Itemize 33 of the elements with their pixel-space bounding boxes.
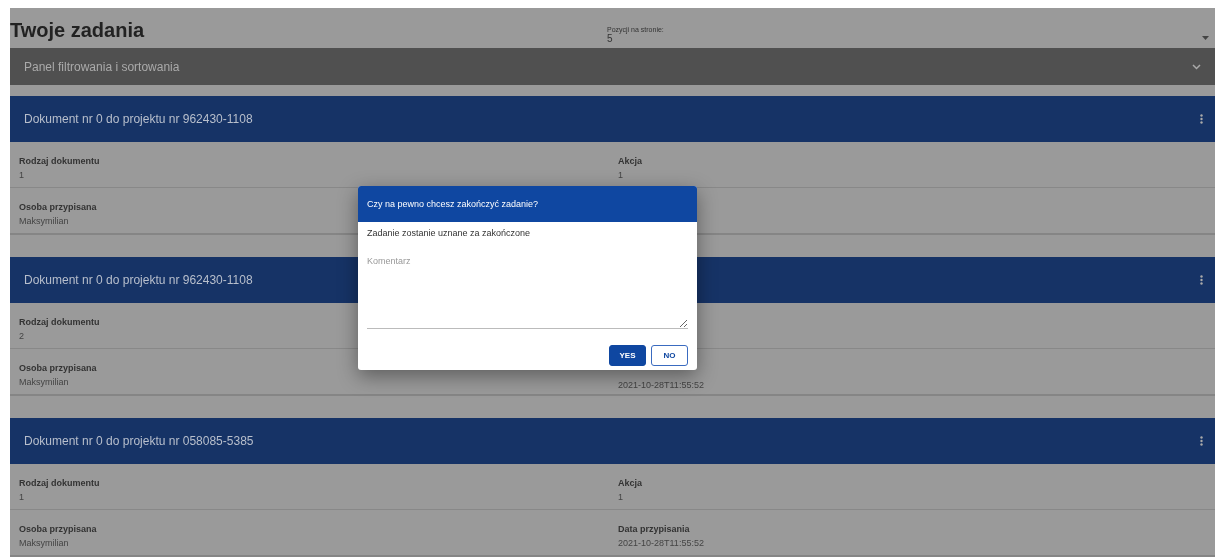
more-menu-icon[interactable]	[1200, 436, 1203, 446]
dropdown-caret-icon	[1202, 36, 1209, 41]
field-label: Rodzaj dokumentu	[19, 156, 100, 166]
field-value: 2	[19, 331, 24, 341]
task-title: Dokument nr 0 do projektu nr 962430-1108	[24, 273, 253, 287]
field-label: Osoba przypisana	[19, 363, 97, 373]
more-menu-icon[interactable]	[1200, 275, 1203, 285]
field-value: 1	[19, 492, 24, 502]
field-value: 1	[618, 170, 623, 180]
filter-panel-label: Panel filtrowania i sortowania	[24, 59, 180, 74]
field-label: Data przypisania	[618, 524, 690, 534]
confirm-button[interactable]: YES	[609, 345, 646, 366]
field-label: Akcja	[618, 478, 643, 488]
more-menu-icon[interactable]	[1200, 114, 1203, 124]
field-label: Osoba przypisana	[19, 202, 97, 212]
field-value: 2021-10-28T11:55:52	[618, 380, 704, 390]
filter-panel[interactable]: Panel filtrowania i sortowania	[10, 48, 1215, 85]
page-title: Twoje zadania	[10, 19, 146, 43]
field-label: Rodzaj dokumentu	[19, 478, 100, 488]
task-title: Dokument nr 0 do projektu nr 962430-1108	[24, 112, 253, 126]
field-label: Akcja	[618, 156, 643, 166]
field-value: Maksymilian	[19, 538, 69, 548]
field-value: 2021-10-28T11:55:52	[618, 538, 704, 548]
field-value: Maksymilian	[19, 216, 69, 226]
task-title: Dokument nr 0 do projektu nr 058085-5385	[24, 434, 254, 448]
field-value: Maksymilian	[19, 377, 69, 387]
field-label: Osoba przypisana	[19, 524, 97, 534]
dialog-title: Czy na pewno chcesz zakończyć zadanie?	[358, 186, 697, 222]
field-value: 1	[618, 492, 623, 502]
dialog-message: Zadanie zostanie uznane za zakończone	[367, 228, 532, 238]
field-label: Rodzaj dokumentu	[19, 317, 100, 327]
field-value: 1	[19, 170, 24, 180]
cancel-button[interactable]: NO	[651, 345, 688, 366]
